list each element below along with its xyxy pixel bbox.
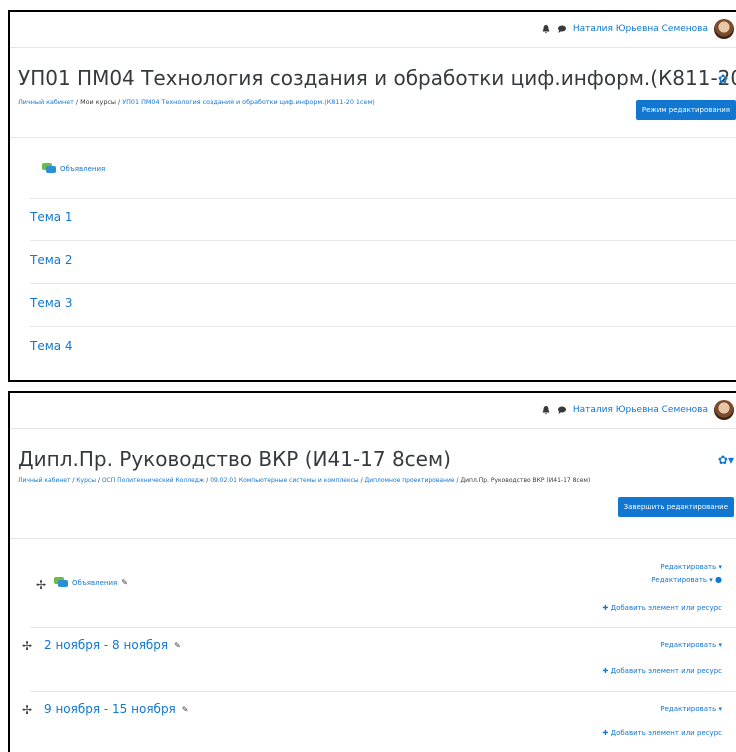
- move-icon[interactable]: ✢: [22, 703, 32, 717]
- divider: [30, 691, 736, 692]
- edit-menu[interactable]: Редактировать ▾ ●: [651, 575, 722, 584]
- divider: [30, 326, 736, 327]
- breadcrumb-item[interactable]: Мои курсы: [80, 98, 116, 106]
- breadcrumb: Личный кабинет / Мои курсы / УП01 ПМ04 Т…: [18, 98, 375, 106]
- gear-icon[interactable]: ✿▾: [718, 453, 734, 467]
- plus-icon: ✚: [602, 604, 609, 612]
- gear-icon[interactable]: ✿: [718, 72, 728, 86]
- section-title-label: 2 ноября - 8 ноября: [44, 638, 169, 652]
- section-title[interactable]: 9 ноября - 15 ноября ✎: [44, 702, 188, 716]
- breadcrumb-item[interactable]: Курсы: [76, 477, 96, 484]
- breadcrumb: Личный кабинет / Курсы / ОСП Политехниче…: [18, 477, 591, 484]
- topic-link[interactable]: Тема 2: [30, 253, 73, 267]
- add-activity-link[interactable]: ✚ Добавить элемент или ресурс: [603, 729, 723, 737]
- breadcrumb-item[interactable]: ОСП Политехнический Колледж: [102, 477, 205, 484]
- move-icon[interactable]: ✢: [22, 639, 32, 653]
- page-title: УП01 ПМ04 Технология создания и обработк…: [18, 66, 736, 90]
- breadcrumb-item[interactable]: 09.02.01 Компьютерные системы и комплекс…: [210, 477, 358, 484]
- topic-link[interactable]: Тема 3: [30, 296, 73, 310]
- navbar: Наталия Юрьевна Семенова: [10, 12, 736, 48]
- divider: [30, 283, 736, 284]
- breadcrumb-item[interactable]: УП01 ПМ04 Технология создания и обработк…: [122, 98, 375, 106]
- edit-mode-button[interactable]: Режим редактирования: [635, 100, 736, 120]
- topic-link[interactable]: Тема 1: [30, 210, 73, 224]
- avatar[interactable]: [714, 19, 734, 39]
- bell-icon[interactable]: [541, 405, 551, 415]
- section-title-label: 9 ноября - 15 ноября: [44, 702, 176, 716]
- user-menu: Наталия Юрьевна Семенова: [541, 400, 734, 420]
- page-title: Дипл.Пр. Руководство ВКР (И41-17 8сем): [18, 447, 451, 471]
- divider: [10, 137, 736, 138]
- add-label: Добавить элемент или ресурс: [610, 729, 722, 737]
- topic-link[interactable]: Тема 4: [30, 339, 73, 353]
- edit-label: Редактировать: [651, 576, 708, 584]
- divider: [10, 538, 736, 539]
- pencil-icon[interactable]: ✎: [174, 641, 181, 650]
- add-label: Добавить элемент или ресурс: [610, 604, 722, 612]
- edit-label: Редактировать: [660, 705, 717, 713]
- plus-icon: ✚: [602, 667, 609, 675]
- user-name-link[interactable]: Наталия Юрьевна Семенова: [573, 24, 708, 34]
- edit-label: Редактировать: [660, 641, 717, 649]
- announcements-label: Объявления: [72, 578, 118, 587]
- divider: [30, 198, 736, 199]
- user-icon[interactable]: ●: [715, 575, 722, 584]
- edit-menu[interactable]: Редактировать ▾: [660, 705, 722, 713]
- avatar[interactable]: [714, 400, 734, 420]
- course-page-panel-1: Наталия Юрьевна Семенова УП01 ПМ04 Техно…: [8, 10, 736, 382]
- chat-icon[interactable]: [557, 405, 567, 415]
- course-page-panel-2: Наталия Юрьевна Семенова Дипл.Пр. Руково…: [8, 391, 736, 752]
- edit-label: Редактировать: [660, 563, 717, 571]
- announcements-label: Объявления: [60, 164, 106, 173]
- announcements-link[interactable]: Объявления: [42, 163, 105, 174]
- move-icon[interactable]: ✢: [36, 578, 46, 592]
- edit-menu[interactable]: Редактировать ▾: [660, 641, 722, 649]
- bell-icon[interactable]: [541, 24, 551, 34]
- divider: [30, 240, 736, 241]
- forum-icon: [54, 577, 68, 588]
- user-menu: Наталия Юрьевна Семенова: [541, 19, 734, 39]
- pencil-icon[interactable]: ✎: [121, 578, 128, 587]
- announcements-link[interactable]: Объявления ✎: [54, 577, 128, 588]
- user-name-link[interactable]: Наталия Юрьевна Семенова: [573, 405, 708, 415]
- breadcrumb-item[interactable]: Дипломное проектирование: [365, 477, 455, 484]
- breadcrumb-item: Дипл.Пр. Руководство ВКР (И41-17 8сем): [460, 477, 591, 484]
- chat-icon[interactable]: [557, 24, 567, 34]
- add-activity-link[interactable]: ✚ Добавить элемент или ресурс: [603, 604, 723, 612]
- pencil-icon[interactable]: ✎: [182, 705, 189, 714]
- navbar: Наталия Юрьевна Семенова: [10, 393, 736, 429]
- edit-menu[interactable]: Редактировать ▾: [660, 563, 722, 571]
- add-activity-link[interactable]: ✚ Добавить элемент или ресурс: [603, 667, 723, 675]
- breadcrumb-item[interactable]: Личный кабинет: [18, 477, 70, 484]
- plus-icon: ✚: [602, 729, 609, 737]
- finish-editing-button[interactable]: Завершить редактирование: [617, 497, 734, 517]
- breadcrumb-item[interactable]: Личный кабинет: [18, 98, 74, 106]
- divider: [30, 627, 736, 628]
- section-title[interactable]: 2 ноября - 8 ноября ✎: [44, 638, 181, 652]
- forum-icon: [42, 163, 56, 174]
- add-label: Добавить элемент или ресурс: [610, 667, 722, 675]
